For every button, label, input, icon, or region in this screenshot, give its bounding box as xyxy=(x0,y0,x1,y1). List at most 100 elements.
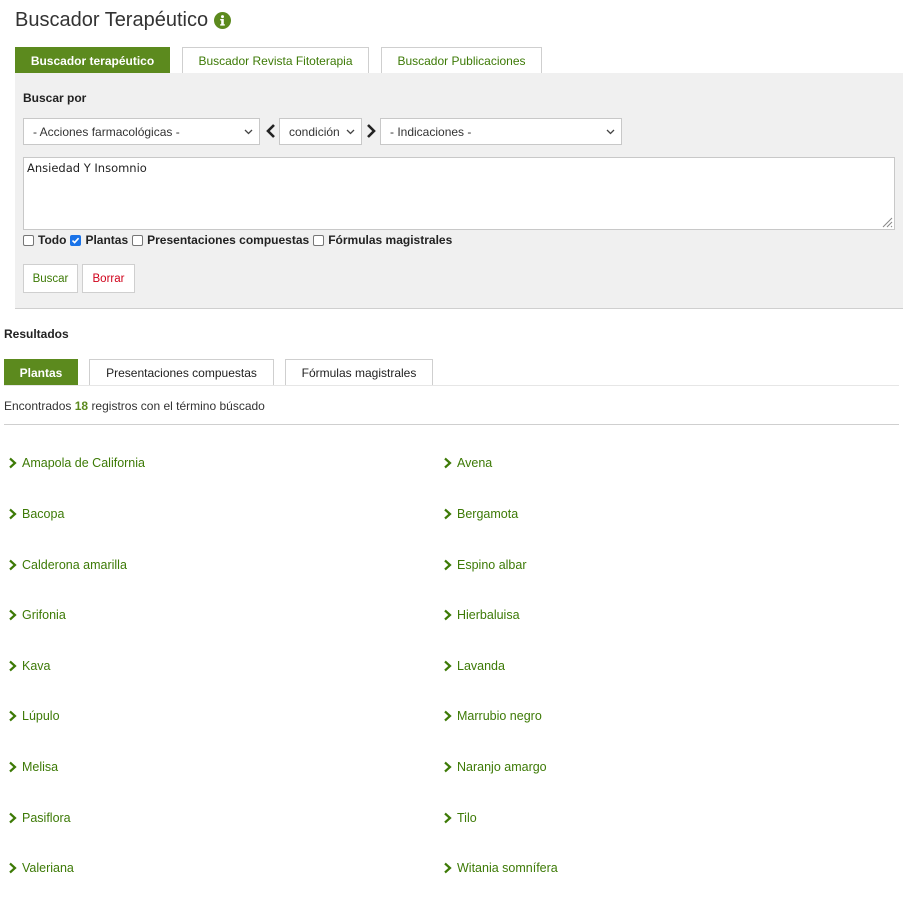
result-item[interactable]: Pasiflora xyxy=(8,811,71,825)
filter-todo-label: Todo xyxy=(38,233,67,247)
chevron-left-icon xyxy=(266,124,275,138)
tab-presentaciones-compuestas[interactable]: Presentaciones compuestas xyxy=(89,359,274,385)
filter-plantas-label: Plantas xyxy=(85,233,129,247)
results-heading: Resultados xyxy=(4,327,69,341)
result-item[interactable]: Witania somnífera xyxy=(443,861,558,875)
checkmark-icon xyxy=(72,237,80,244)
result-item[interactable]: Espino albar xyxy=(443,558,527,572)
result-item-label: Melisa xyxy=(22,760,59,774)
chevron-right-icon xyxy=(9,660,17,672)
result-item-label: Naranjo amargo xyxy=(457,760,547,774)
result-item[interactable]: Marrubio negro xyxy=(443,709,542,723)
tab-buscador-revista[interactable]: Buscador Revista Fitoterapia xyxy=(182,47,369,73)
result-item[interactable]: Calderona amarilla xyxy=(8,558,127,572)
checkbox-presentaciones[interactable] xyxy=(132,234,144,246)
filter-checkboxes: Todo Plantas Presentaciones compuestas F… xyxy=(23,233,456,247)
chevron-right-icon xyxy=(444,508,452,520)
chevron-right-icon xyxy=(9,862,17,874)
search-query-text: Ansiedad Y Insomnio xyxy=(27,161,147,175)
result-item[interactable]: Valeriana xyxy=(8,861,74,875)
result-item[interactable]: Naranjo amargo xyxy=(443,760,547,774)
result-item[interactable]: Grifonia xyxy=(8,608,66,622)
result-item[interactable]: Lúpulo xyxy=(8,709,60,723)
tab-plantas[interactable]: Plantas xyxy=(4,359,78,385)
result-item-label: Tilo xyxy=(457,811,477,825)
result-item[interactable]: Bergamota xyxy=(443,507,518,521)
chevron-right-icon xyxy=(9,710,17,722)
filter-todo[interactable]: Todo xyxy=(23,233,66,247)
result-item[interactable]: Avena xyxy=(443,456,492,470)
chevron-right-icon xyxy=(444,660,452,672)
search-panel: Buscar por - Acciones farmacológicas - c… xyxy=(15,73,903,309)
result-item[interactable]: Bacopa xyxy=(8,507,64,521)
tab-formulas-magistrales[interactable]: Fórmulas magistrales xyxy=(285,359,433,385)
result-item-label: Calderona amarilla xyxy=(22,558,127,572)
acciones-select[interactable]: - Acciones farmacológicas - xyxy=(23,118,260,145)
result-item[interactable]: Kava xyxy=(8,659,51,673)
info-icon[interactable] xyxy=(214,12,232,29)
chevron-down-icon xyxy=(346,129,355,135)
result-item-label: Kava xyxy=(22,659,51,673)
result-item-label: Grifonia xyxy=(22,608,66,622)
chevron-right-icon xyxy=(444,457,452,469)
search-button[interactable]: Buscar xyxy=(23,264,78,293)
clear-button[interactable]: Borrar xyxy=(82,264,135,293)
filter-presentaciones[interactable]: Presentaciones compuestas xyxy=(132,233,309,247)
result-item-label: Espino albar xyxy=(457,558,527,572)
condicion-select-value: condición xyxy=(289,124,340,139)
result-item[interactable]: Hierbaluisa xyxy=(443,608,520,622)
result-item-label: Pasiflora xyxy=(22,811,71,825)
search-tabs: Buscador terapéutico Buscador Revista Fi… xyxy=(15,47,554,73)
indicaciones-select-value: - Indicaciones - xyxy=(390,124,472,139)
result-item-label: Avena xyxy=(457,456,493,470)
checkbox-formulas[interactable] xyxy=(313,234,325,246)
search-by-label: Buscar por xyxy=(23,91,87,105)
result-item-label: Bacopa xyxy=(22,507,65,521)
resize-handle-icon[interactable] xyxy=(881,216,893,228)
result-item-label: Marrubio negro xyxy=(457,709,542,723)
condicion-select[interactable]: condición xyxy=(279,118,362,145)
result-item[interactable]: Melisa xyxy=(8,760,58,774)
results-count-number: 18 xyxy=(74,399,89,413)
search-query-textarea[interactable]: Ansiedad Y Insomnio xyxy=(23,157,895,230)
checkbox-todo[interactable] xyxy=(23,234,34,246)
result-item[interactable]: Amapola de California xyxy=(8,456,145,470)
chevron-right-icon xyxy=(9,508,17,520)
chevron-right-icon xyxy=(444,812,452,824)
tab-buscador-publicaciones[interactable]: Buscador Publicaciones xyxy=(381,47,542,73)
chevron-right-icon xyxy=(9,559,17,571)
chevron-right-icon xyxy=(367,124,376,138)
filter-presentaciones-label: Presentaciones compuestas xyxy=(147,233,310,247)
results-count-prefix: Encontrados xyxy=(4,399,72,413)
chevron-right-icon xyxy=(444,761,452,773)
filter-formulas[interactable]: Fórmulas magistrales xyxy=(313,233,452,247)
filter-plantas[interactable]: Plantas xyxy=(70,233,128,247)
result-item-label: Lúpulo xyxy=(22,709,60,723)
results-count: Encontrados 18 registros con el término … xyxy=(4,399,265,413)
results-count-suffix: registros con el término búscado xyxy=(91,399,265,413)
acciones-select-value: - Acciones farmacológicas - xyxy=(33,124,180,139)
chevron-right-icon xyxy=(444,559,452,571)
result-item-label: Valeriana xyxy=(22,861,74,875)
chevron-right-icon xyxy=(9,457,17,469)
result-item[interactable]: Tilo xyxy=(443,811,477,825)
chevron-right-icon xyxy=(9,609,17,621)
result-item-label: Witania somnífera xyxy=(457,861,558,875)
chevron-down-icon xyxy=(244,129,253,135)
page-title: Buscador Terapéutico xyxy=(15,9,232,32)
page-title-text: Buscador Terapéutico xyxy=(15,9,209,31)
tabs-divider xyxy=(4,385,899,386)
results-tabs: Plantas Presentaciones compuestas Fórmul… xyxy=(4,359,444,385)
chevron-down-icon xyxy=(606,129,615,135)
checkbox-plantas[interactable] xyxy=(70,234,82,246)
filter-formulas-label: Fórmulas magistrales xyxy=(328,233,453,247)
result-item-label: Bergamota xyxy=(457,507,519,521)
chevron-right-icon xyxy=(444,862,452,874)
result-item-label: Lavanda xyxy=(457,659,505,673)
result-item-label: Hierbaluisa xyxy=(457,608,520,622)
chevron-right-icon xyxy=(444,710,452,722)
result-item[interactable]: Lavanda xyxy=(443,659,505,673)
indicaciones-select[interactable]: - Indicaciones - xyxy=(380,118,622,145)
chevron-right-icon xyxy=(9,761,17,773)
tab-buscador-terapeutico[interactable]: Buscador terapéutico xyxy=(15,47,170,73)
